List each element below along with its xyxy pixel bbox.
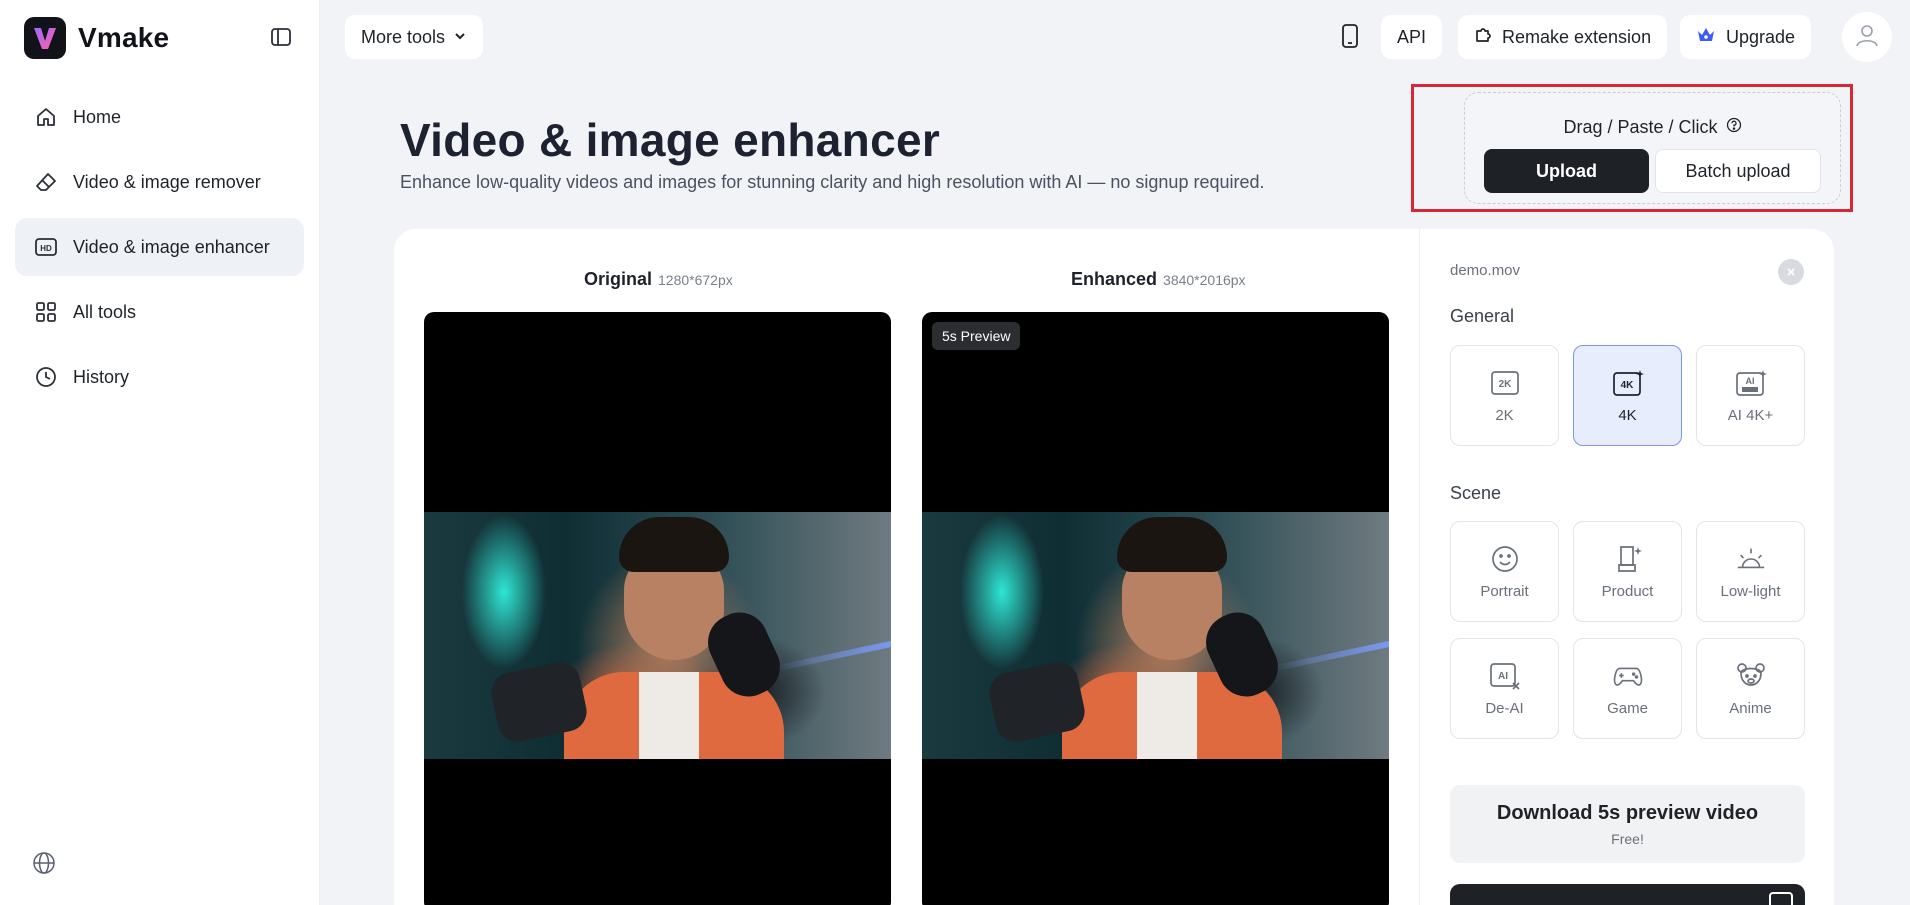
option-label: Low-light [1720, 583, 1781, 600]
remake-extension-label: Remake extension [1502, 26, 1652, 47]
option-ai-4k-plus[interactable]: AI AI 4K+ [1696, 345, 1805, 446]
user-icon [1854, 22, 1880, 53]
option-label: Anime [1729, 700, 1772, 717]
crown-icon [1696, 26, 1716, 49]
sunrise-icon [1735, 543, 1767, 575]
ai-ultra-icon: AI [1735, 367, 1767, 399]
eraser-icon [33, 169, 59, 195]
4k-badge-icon [1769, 892, 1793, 905]
download-preview-sub: Free! [1611, 830, 1644, 847]
option-label: 2K [1495, 407, 1514, 424]
upgrade-label: Upgrade [1726, 26, 1796, 47]
original-dimensions: 1280*672px [658, 272, 733, 288]
file-name: demo.mov [1450, 262, 1521, 279]
svg-text:2K: 2K [1498, 379, 1512, 390]
sidebar-item-home[interactable]: Home [15, 88, 304, 146]
option-label: Product [1601, 583, 1654, 600]
mobile-app-button[interactable] [1334, 22, 1366, 54]
download-preview-button[interactable]: Download 5s preview video Free! [1450, 785, 1805, 863]
option-low-light[interactable]: Low-light [1696, 521, 1805, 622]
more-tools-dropdown[interactable]: More tools [345, 15, 484, 59]
grid-icon [33, 299, 59, 325]
api-label: API [1397, 26, 1427, 47]
upgrade-button[interactable]: Upgrade [1680, 15, 1812, 59]
sidebar-item-label: Video & image enhancer [73, 236, 270, 257]
original-title: Original [584, 269, 653, 289]
clock-icon [33, 364, 59, 390]
sidebar-item-enhancer[interactable]: HD Video & image enhancer [15, 218, 304, 276]
enhanced-video[interactable]: 5s Preview [922, 312, 1389, 905]
download-preview-label: Download 5s preview video [1496, 801, 1759, 824]
app-name: Vmake [78, 22, 170, 53]
svg-text:4K: 4K [1620, 380, 1634, 391]
product-icon [1612, 543, 1644, 575]
sidebar-item-label: Video & image remover [73, 171, 261, 192]
option-label: Portrait [1480, 583, 1529, 600]
chevron-down-icon [453, 27, 467, 48]
download-4k-button[interactable] [1450, 884, 1805, 905]
page-title: Video & image enhancer [400, 114, 941, 166]
smile-icon [1489, 543, 1521, 575]
vmake-logo-icon [24, 17, 66, 59]
original-label: Original 1280*672px [584, 269, 733, 290]
option-portrait[interactable]: Portrait [1450, 521, 1559, 622]
4k-icon: 4K [1612, 367, 1644, 399]
option-4k[interactable]: 4K 4K [1573, 345, 1682, 446]
remake-extension-button[interactable]: Remake extension [1458, 15, 1668, 59]
option-de-ai[interactable]: AI De-AI [1450, 638, 1559, 739]
avatar[interactable] [1842, 12, 1892, 62]
enhanced-dimensions: 3840*2016px [1163, 272, 1246, 288]
sidebar-item-label: All tools [73, 301, 137, 322]
general-section-title: General [1450, 306, 1515, 326]
option-2k[interactable]: 2K 2K [1450, 345, 1559, 446]
close-icon[interactable] [1778, 259, 1804, 285]
api-button[interactable]: API [1381, 15, 1443, 59]
puzzle-icon [1474, 26, 1492, 49]
de-ai-icon: AI [1489, 660, 1521, 692]
sidebar: Vmake Home Video & image remover HD Vide… [0, 0, 320, 905]
option-anime[interactable]: Anime [1696, 638, 1805, 739]
svg-text:HD: HD [40, 244, 52, 253]
option-label: 4K [1618, 407, 1637, 424]
home-icon [33, 104, 59, 130]
sidebar-item-remover[interactable]: Video & image remover [15, 153, 304, 211]
anime-bear-icon [1735, 660, 1767, 692]
more-tools-label: More tools [361, 26, 446, 47]
2k-icon: 2K [1489, 367, 1521, 399]
svg-text:AI: AI [1498, 671, 1508, 682]
enhanced-title: Enhanced [1071, 269, 1158, 289]
sidebar-toggle-icon[interactable] [268, 24, 294, 50]
option-label: AI 4K+ [1727, 407, 1774, 424]
globe-icon[interactable] [32, 851, 58, 877]
original-video[interactable] [424, 312, 891, 905]
logo[interactable]: Vmake [24, 17, 169, 59]
svg-text:AI: AI [1745, 376, 1754, 386]
enhanced-label: Enhanced 3840*2016px [1071, 269, 1246, 290]
option-label: De-AI [1485, 700, 1524, 717]
video-frame [922, 512, 1389, 759]
sidebar-nav: Home Video & image remover HD Video & im… [15, 88, 304, 413]
sidebar-item-all-tools[interactable]: All tools [15, 283, 304, 341]
option-game[interactable]: Game [1573, 638, 1682, 739]
sidebar-item-label: Home [73, 106, 122, 127]
page-subtitle: Enhance low-quality videos and images fo… [400, 172, 1265, 192]
scene-section-title: Scene [1450, 483, 1502, 503]
hd-icon: HD [33, 234, 59, 260]
video-frame [424, 512, 891, 759]
gamepad-icon [1612, 660, 1644, 692]
phone-icon [1341, 23, 1359, 53]
sidebar-item-label: History [73, 366, 130, 387]
upload-highlight-box [1411, 84, 1853, 212]
option-product[interactable]: Product [1573, 521, 1682, 622]
option-label: Game [1607, 700, 1648, 717]
sidebar-item-history[interactable]: History [15, 348, 304, 406]
preview-badge: 5s Preview [932, 322, 1021, 350]
